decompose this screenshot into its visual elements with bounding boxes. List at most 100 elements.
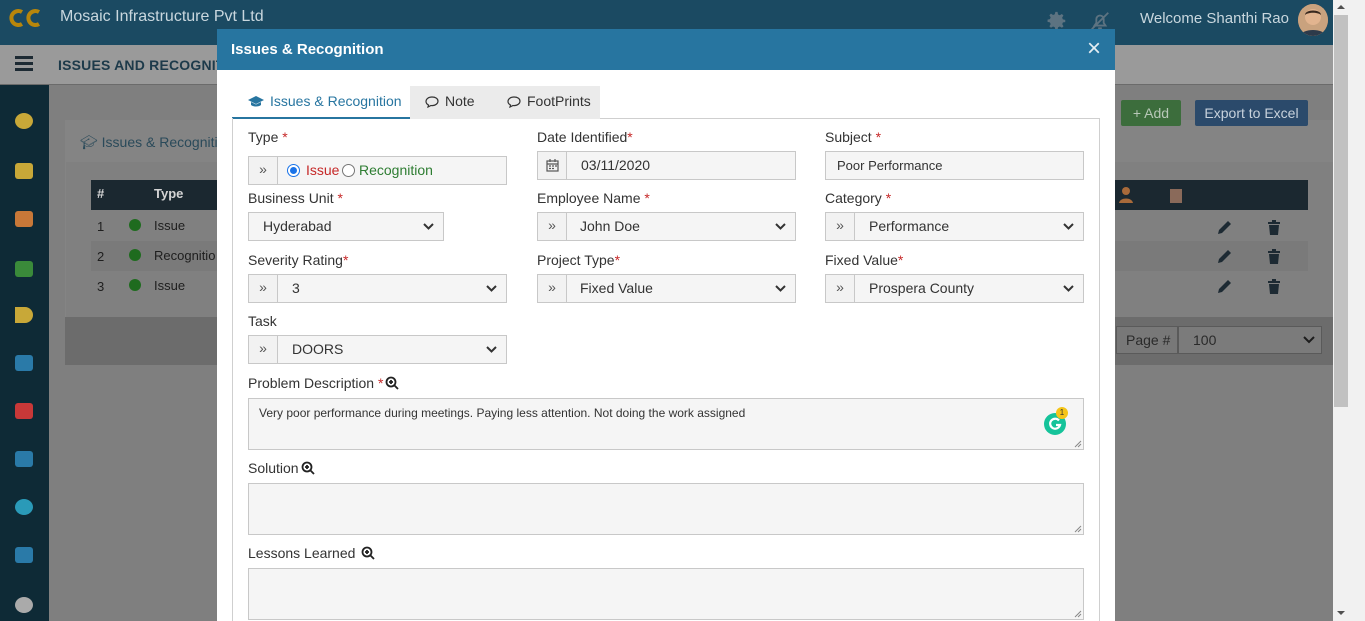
graduation-cap-icon [248,96,264,107]
sidebar-people-icon[interactable] [15,211,33,227]
calendar-icon[interactable] [538,152,567,179]
comment-icon [425,96,439,109]
sidebar-video-icon[interactable] [15,163,33,179]
zoom-in-icon[interactable] [301,461,315,475]
chevron-down-icon [1303,336,1315,344]
tab-note[interactable]: Note [410,86,492,119]
scroll-up-arrow-icon[interactable] [1337,3,1345,11]
export-excel-button[interactable]: Export to Excel [1195,100,1308,126]
solution-textarea[interactable] [248,483,1084,535]
addon-chevrons-icon: » [249,157,278,184]
delete-icon[interactable] [1265,218,1283,236]
date-identified-value: 03/11/2020 [581,157,651,173]
project-type-select[interactable]: » Fixed Value [537,274,796,303]
category-select[interactable]: » Performance [825,212,1084,241]
fixed-value-select[interactable]: » Prospera County [825,274,1084,303]
hamburger-menu-icon[interactable] [15,56,33,72]
employee-name-select[interactable]: » John Doe [537,212,796,241]
graduation-cap-icon: 🎓︎ [80,134,98,150]
delete-icon[interactable] [1265,277,1283,295]
sidebar-clipboard-icon[interactable] [15,547,33,563]
delete-icon[interactable] [1265,247,1283,265]
problem-description-label: Problem Description * [248,375,400,391]
modal-tabs: Issues & Recognition Note FootPrints [232,86,1100,119]
severity-rating-select[interactable]: » 3 [248,274,507,303]
sidebar-target-icon[interactable] [15,499,33,515]
grammarly-count-badge: 1 [1056,407,1068,419]
fixed-value-value: Prospera County [869,280,975,296]
task-select[interactable]: » DOORS [248,335,507,364]
sidebar [0,85,49,621]
page-title: ISSUES AND RECOGNIT [58,57,225,73]
employee-name-value: John Doe [580,218,640,234]
scroll-down-arrow-icon[interactable] [1337,609,1345,617]
scrollbar-thumb[interactable] [1334,15,1348,407]
sidebar-report-icon[interactable] [15,403,33,419]
sidebar-excel-icon[interactable] [15,261,33,277]
resize-handle-icon[interactable] [1074,525,1082,533]
problem-description-textarea[interactable]: Very poor performance during meetings. P… [248,398,1084,450]
add-button[interactable]: + Add [1121,100,1181,126]
status-dot [129,219,141,231]
edit-icon[interactable] [1216,218,1234,236]
resize-handle-icon[interactable] [1074,440,1082,448]
tab-footprints[interactable]: FootPrints [492,86,600,119]
addon-chevrons-icon: » [249,275,278,302]
business-unit-select[interactable]: Hyderabad [248,212,444,241]
lessons-learned-label: Lessons Learned [248,545,375,561]
row-number: 3 [97,279,105,294]
project-type-value: Fixed Value [580,280,653,296]
severity-rating-label: Severity Rating* [248,252,349,268]
grammarly-icon[interactable]: 1 [1044,407,1068,435]
avatar[interactable] [1298,4,1328,36]
sidebar-filter-icon[interactable] [15,451,33,467]
row-type: Issue [154,218,186,233]
edit-icon[interactable] [1216,247,1234,265]
page-scrollbar[interactable] [1333,0,1365,621]
sidebar-binoculars-icon[interactable] [15,597,33,613]
issue-form: Type * » Issue Recognition Date Identifi… [232,118,1100,621]
row-number: 2 [97,249,105,264]
modal-header: Issues & Recognition × [217,29,1115,70]
list-tab[interactable]: 🎓︎ Issues & Recogniti [80,134,218,151]
sidebar-book-icon[interactable] [15,355,33,371]
edit-icon[interactable] [1216,277,1234,295]
type-radio-group: » Issue Recognition [248,156,507,185]
tab-issues-recognition[interactable]: Issues & Recognition [232,86,410,119]
status-dot [129,249,141,261]
employee-name-label: Employee Name * [537,190,650,206]
zoom-in-icon[interactable] [361,546,375,560]
addon-chevrons-icon: » [826,213,855,240]
chevron-down-icon [486,346,497,353]
sidebar-dashboard-icon[interactable] [15,113,33,129]
subject-input[interactable]: Poor Performance [825,151,1084,180]
zoom-in-icon[interactable] [385,376,400,390]
date-identified-field[interactable]: 03/11/2020 [537,151,796,180]
sidebar-chart-icon[interactable] [15,307,33,323]
row-type: Issue [154,278,186,293]
lessons-learned-textarea[interactable] [248,568,1084,620]
fixed-value-label: Fixed Value* [825,252,904,268]
resize-handle-icon[interactable] [1074,610,1082,618]
category-value: Performance [869,218,950,234]
type-issue-label[interactable]: Issue [306,157,339,184]
person-icon [1119,187,1133,203]
page-size-select[interactable]: 100 [1178,326,1322,354]
row-number: 1 [97,219,105,234]
close-icon[interactable]: × [1087,35,1101,63]
modal-title: Issues & Recognition [231,41,384,58]
row-type: Recognitio [154,248,216,263]
type-recognition-radio[interactable] [342,164,355,177]
issue-modal: Issues & Recognition × Issues & Recognit… [217,29,1115,621]
type-recognition-label[interactable]: Recognition [359,157,433,184]
task-label: Task [248,313,277,329]
addon-chevrons-icon: » [826,275,855,302]
type-issue-radio[interactable] [287,164,300,177]
problem-description-value: Very poor performance during meetings. P… [259,406,746,420]
tab-label: Issues & Recognition [270,93,402,109]
company-logo [9,9,41,27]
status-dot [129,279,141,291]
tab-label: FootPrints [527,93,591,109]
chevron-down-icon [775,223,786,230]
list-tab-label: Issues & Recogniti [101,134,218,150]
